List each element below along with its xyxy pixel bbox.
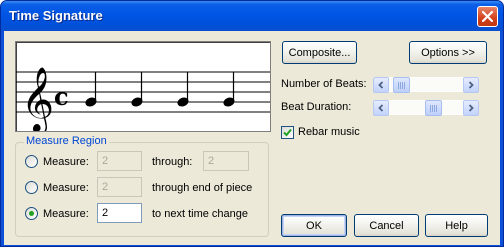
composite-button-label: Composite... [288,46,351,59]
beat-duration-scrollbar[interactable] [373,100,479,116]
scroll-left-button[interactable] [373,100,389,116]
cancel-button[interactable]: Cancel [354,214,419,237]
help-button[interactable]: Help [425,214,488,237]
measure-region-title: Measure Region [24,135,109,147]
cancel-button-label: Cancel [369,219,404,232]
measure-region-group: Measure Region Measure: 2 through: 2 Mea… [15,135,269,237]
time-signature-preview: 𝄞 c [15,41,271,134]
number-of-beats-label: Number of Beats: [281,78,367,90]
options-button-label: Options >> [421,46,475,59]
options-button[interactable]: Options >> [409,41,487,64]
measure-end-field[interactable]: 2 [203,151,249,171]
close-icon [482,11,493,22]
measure-to-end-radio[interactable] [25,181,38,194]
scroll-right-button[interactable] [463,100,479,116]
measure-to-next-change-label[interactable]: Measure: [43,208,89,220]
chevron-left-icon [378,104,384,112]
window-title: Time Signature [9,8,103,23]
through-label: through: [152,156,193,168]
to-next-change-label: to next time change [152,208,249,220]
measure-to-next-change-radio[interactable] [25,207,38,220]
measure-range-label[interactable]: Measure: [43,156,89,168]
scroll-thumb[interactable] [425,100,442,116]
quarter-note [131,72,143,107]
quarter-note [177,72,189,107]
ok-button[interactable]: OK [281,214,347,237]
title-bar[interactable]: Time Signature [1,1,503,31]
checkmark-icon [283,128,292,137]
radio-selected-dot [29,211,34,216]
measure-to-end-label[interactable]: Measure: [43,182,89,194]
close-button[interactable] [477,6,498,27]
treble-clef-icon: 𝄞 [21,67,54,131]
number-of-beats-scrollbar[interactable] [373,77,479,93]
quarter-note [223,72,235,107]
chevron-right-icon [468,81,474,89]
scroll-left-button[interactable] [373,77,389,93]
scroll-right-button[interactable] [463,77,479,93]
common-time-icon: c [54,82,69,111]
measure-to-next-change-field[interactable]: 2 [97,203,142,223]
scroll-thumb[interactable] [393,77,410,93]
composite-button[interactable]: Composite... [282,41,357,64]
rebar-music-checkbox[interactable] [281,126,294,139]
ok-button-label: OK [306,219,322,232]
measure-to-end-field[interactable]: 2 [97,177,142,197]
rebar-music-label[interactable]: Rebar music [298,126,360,138]
time-signature-dialog: Time Signature 𝄞 c Composite... Options … [0,0,504,247]
measure-range-radio[interactable] [25,155,38,168]
help-button-label: Help [445,219,468,232]
measure-start-field[interactable]: 2 [97,151,142,171]
dialog-body: 𝄞 c Composite... Options >> Number of Be… [4,31,500,245]
quarter-note [85,72,97,107]
staff-preview-graphic: 𝄞 c [16,67,270,134]
through-end-label: through end of piece [152,182,253,194]
chevron-right-icon [468,104,474,112]
chevron-left-icon [378,81,384,89]
beat-duration-label: Beat Duration: [281,101,352,113]
